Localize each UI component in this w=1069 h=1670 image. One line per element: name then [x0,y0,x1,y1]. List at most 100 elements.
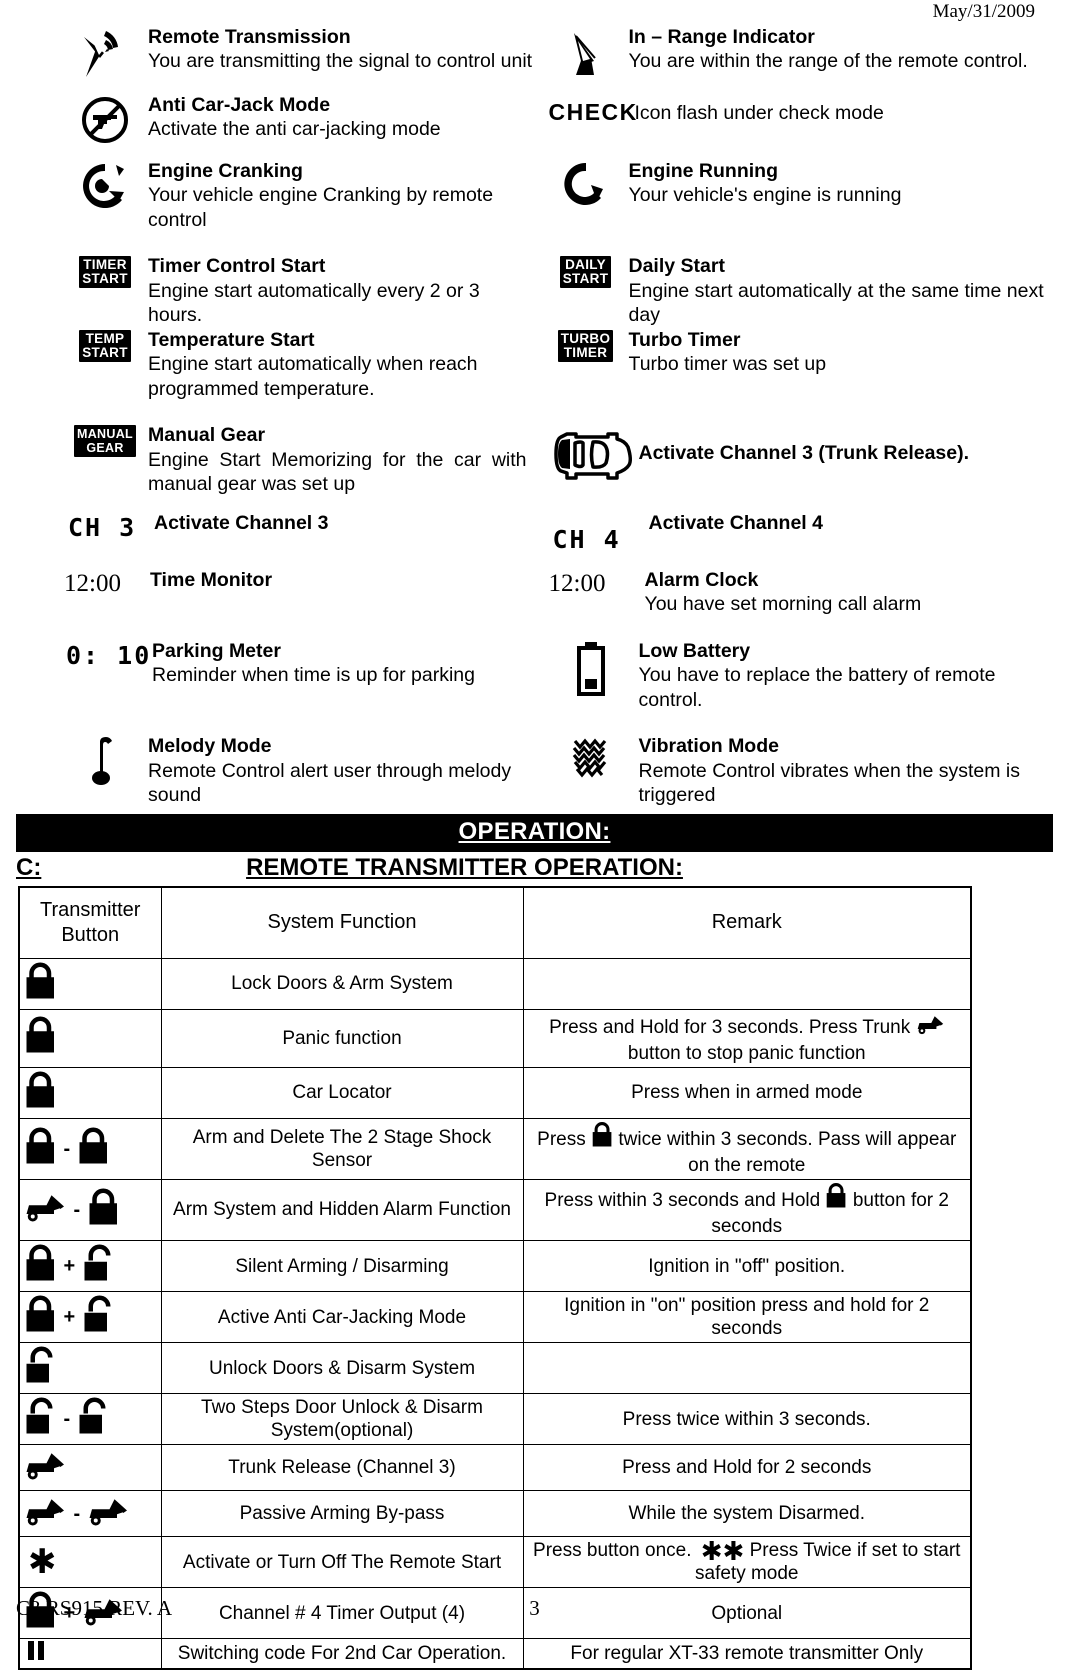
legend-title: Daily Start [628,255,725,278]
turbo-timer-badge-icon: TURBO TIMER [543,328,629,362]
legend-item-manual-gear: MANUAL GEAR Manual Gear Engine Start Mem… [16,423,535,497]
trunk-release-icon [916,1012,945,1042]
badge-line-2: START [562,271,609,287]
legend-item-vibration-mode: Vibration Mode Remote Control vibrates w… [535,734,1054,808]
dash-separator: - [63,1137,71,1160]
lock-closed-icon [24,1015,57,1061]
system-function-cell: Trunk Release (Channel 3) [160,1444,524,1492]
legend-desc: Engine start automatically when reach pr… [148,353,478,400]
legend-item-activate-channel-4: CH 4 Activate Channel 4 [535,511,1054,554]
legend-item-daily-start: DAILY START Daily Start Engine start aut… [535,254,1054,328]
button-combo [24,1447,157,1488]
manual-gear-badge-icon: MANUAL GEAR [62,423,148,458]
page-footer: C3 RS915 REV. A 3 [16,1596,1053,1621]
legend-text: Timer Control Start Engine start automat… [148,254,535,328]
col-header-remark: Remark [522,886,972,959]
table-body: Lock Doors & Arm System Panic function Pre… [18,957,972,1670]
legend-title: Timer Control Start [148,255,326,278]
legend-row: MANUAL GEAR Manual Gear Engine Start Mem… [16,423,1053,497]
remark-cell: Press twice within 3 seconds. Pass will … [522,1117,972,1180]
legend-row: 12:00 Time Monitor 12:00 Alarm Clock You… [16,568,1053,617]
remark-cell [522,957,972,1010]
transmitter-button-cell: - [18,1490,162,1538]
transmitter-button-cell [18,1066,162,1119]
badge-line-1: DAILY [565,257,606,273]
legend-text: Activate Channel 4 [649,511,1054,536]
engine-running-icon [543,159,629,211]
legend-row: Remote Transmission You are transmitting… [16,25,1053,79]
remark-cell: Press when in armed mode [522,1066,972,1119]
table-row: Lock Doors & Arm System [18,957,972,1010]
lock-open-icon [24,1396,57,1442]
remark-cell [522,1342,972,1395]
legend-text: Manual Gear Engine Start Memorizing for … [148,423,535,497]
footer-doc-code: C3 RS915 REV. A [16,1596,172,1620]
icon-legend: Remote Transmission You are transmitting… [16,25,1053,808]
system-function-cell: Passive Arming By-pass [160,1490,524,1538]
button-combo: + [24,1243,157,1289]
asterisk-star-icon: ✱ [28,1542,57,1583]
car-trunk-open-icon [543,423,639,485]
alarm-clock-time-icon: 12:00 [543,568,645,598]
section-heading: C: REMOTE TRANSMITTER OPERATION: [16,854,1053,882]
badge-line-2: START [82,271,128,287]
satellite-dish-icon [543,25,629,79]
system-function-cell: Active Anti Car-Jacking Mode [160,1291,524,1344]
legend-text: Activate Channel 3 [154,511,535,536]
plus-separator: + [63,1306,76,1329]
legend-text: Icon flash under check mode [635,93,1054,126]
check-word-text: CHECK [548,98,638,125]
table-row: + Active Anti Car-Jacking Mode Ignition in… [18,1291,972,1344]
remark-cell: Ignition in "off" position. [522,1240,972,1293]
legend-item-in-range-indicator: In – Range Indicator You are within the … [535,25,1054,79]
music-note-icon [62,734,148,786]
document-date: May/31/2009 [932,1,1035,22]
remark-cell: Press within 3 seconds and Hold button f… [522,1178,972,1242]
clock-text: 12:00 [548,569,606,597]
transmitter-button-cell: - [18,1178,162,1242]
legend-desc: You have set morning call alarm [644,593,922,616]
remote-transmitter-operation-table: Transmitter Button System Function Remar… [18,885,972,1670]
lock-closed-icon [825,1182,847,1215]
legend-text: Time Monitor [150,568,535,593]
legend-title: Manual Gear [148,424,266,447]
legend-desc: Activate the anti car-jacking mode [148,118,441,141]
transmitter-button-cell [18,1444,162,1492]
section-title: REMOTE TRANSMITTER OPERATION: [246,853,683,881]
legend-text: Remote Transmission You are transmitting… [148,25,535,74]
legend-text: Vibration Mode Remote Control vibrates w… [639,734,1054,808]
remark-cell: For regular XT-33 remote transmitter Onl… [522,1638,972,1670]
pause-bars-icon [24,1641,48,1666]
system-function-cell: Panic function [160,1008,524,1068]
legend-desc: Remote Control vibrates when the system … [638,759,1021,807]
button-combo [24,1070,157,1116]
button-combo [24,1345,157,1391]
table-row: Car Locator Press when in armed mode [18,1066,972,1119]
legend-text: Daily Start Engine start automatically a… [629,254,1054,328]
system-function-cell: Lock Doors & Arm System [160,957,524,1010]
remark-cell: Ignition in "on" position press and hold… [522,1291,972,1344]
lock-closed-icon [77,1126,110,1172]
legend-desc: Turbo timer was set up [628,353,827,376]
lock-closed-icon [87,1187,120,1233]
transmitter-button-cell: + [18,1240,162,1293]
legend-text: Low Battery You have to replace the batt… [639,639,1054,713]
legend-title: Activate Channel 3 (Trunk Release). [638,442,970,465]
satellite-transmit-icon [62,25,148,79]
legend-title: In – Range Indicator [628,25,815,48]
remark-cell: Press button once. ✱✱ Press Twice if set… [522,1536,972,1589]
system-function-cell: Arm and Delete The 2 Stage Shock Sensor [160,1117,524,1180]
legend-desc: Icon flash under check mode [634,101,884,124]
operation-section-bar: OPERATION: [16,813,1053,852]
lock-closed-icon [24,1070,57,1116]
legend-title: Activate Channel 4 [648,511,823,534]
legend-item-temperature-start: TEMP START Temperature Start Engine star… [16,328,535,402]
remark-cell: Press and Hold for 3 seconds. Press Trun… [522,1008,972,1068]
lock-closed-icon [591,1121,613,1154]
timer-start-badge-icon: TIMER START [62,254,148,289]
lock-closed-icon [24,961,57,1007]
trunk-release-icon [87,1493,130,1534]
double-asterisk-icon: ✱✱ [700,1537,745,1568]
table-header-row: Transmitter Button System Function Remar… [18,886,972,959]
legend-row: Anti Car-Jack Mode Activate the anti car… [16,93,1053,145]
